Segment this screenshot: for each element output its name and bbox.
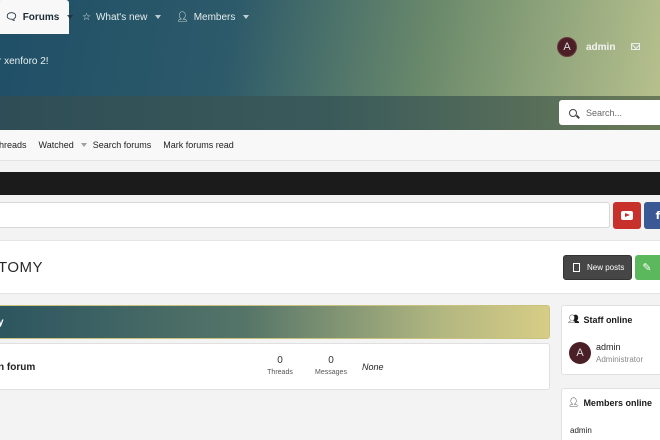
avatar[interactable]: A — [557, 37, 577, 57]
search-input[interactable]: Search... — [559, 100, 660, 125]
mail-icon[interactable] — [631, 43, 640, 50]
staff-online-widget: 👥︎ Staff online A admin Administrator — [561, 305, 660, 375]
last-post: None — [362, 362, 384, 372]
youtube-icon — [621, 211, 633, 220]
members-online-title[interactable]: Members online — [583, 398, 652, 408]
subnav-search-forums[interactable]: Search forums — [93, 140, 152, 150]
username[interactable]: admin — [586, 42, 615, 53]
chevron-down-icon[interactable] — [155, 15, 162, 19]
facebook-button[interactable]: f — [644, 202, 660, 229]
document-icon — [573, 263, 580, 272]
user-menu[interactable]: A admin — [557, 37, 615, 57]
messages-count: 0 — [328, 355, 334, 366]
comments-icon: 🗨 — [5, 11, 18, 23]
user-shield-icon: 👥︎ — [568, 314, 580, 324]
search-placeholder: Search... — [586, 107, 623, 118]
star-icon: ☆ — [82, 11, 91, 23]
search-icon — [569, 108, 577, 117]
chevron-down-icon[interactable] — [243, 15, 250, 19]
page-title: TOMY — [0, 259, 44, 276]
avatar[interactable]: A — [569, 342, 591, 364]
sub-navigation: hreads Watched Search forums Mark forums… — [0, 130, 660, 161]
threads-count: 0 — [277, 355, 283, 366]
threads-stat: 0 Threads — [265, 355, 295, 376]
notice-field[interactable] — [0, 202, 610, 228]
facebook-icon: f — [655, 209, 660, 222]
user-icon: 👤︎ — [568, 397, 580, 407]
post-thread-button[interactable]: ✎ — [635, 255, 660, 280]
tab-forums-label: Forums — [22, 11, 60, 23]
edit-icon: ✎ — [642, 262, 652, 274]
new-posts-button[interactable]: New posts — [563, 255, 632, 280]
tab-members-label: Members — [193, 11, 236, 23]
messages-stat: 0 Messages — [313, 355, 349, 376]
forum-name[interactable]: n forum — [0, 362, 35, 373]
tab-whats-new-label: What's new — [95, 11, 148, 23]
tab-whats-new[interactable]: ☆ What's new — [82, 0, 162, 34]
staff-member: A admin Administrator — [569, 342, 643, 364]
staff-role: Administrator — [596, 355, 644, 364]
subnav-new-threads[interactable]: hreads — [0, 140, 27, 150]
members-online-heading: 👤︎ Members online — [568, 397, 652, 408]
new-posts-label: New posts — [587, 263, 625, 272]
site-tagline: r xenforo 2! — [0, 56, 49, 67]
notice-bar — [0, 172, 660, 195]
title-panel — [0, 240, 660, 294]
youtube-button[interactable] — [613, 202, 641, 229]
member-link[interactable]: admin — [570, 426, 592, 435]
category-header[interactable] — [0, 305, 550, 339]
tab-members[interactable]: 👤︎ Members — [176, 0, 250, 34]
staff-name[interactable]: admin — [596, 342, 643, 352]
staff-online-title[interactable]: Staff online — [583, 315, 632, 325]
subnav-mark-read[interactable]: Mark forums read — [163, 140, 234, 150]
chevron-down-icon[interactable] — [80, 143, 87, 147]
category-title[interactable]: y — [0, 317, 4, 328]
members-online-widget: 👤︎ Members online admin — [561, 388, 660, 440]
user-icon: 👤︎ — [176, 11, 189, 23]
chevron-down-icon[interactable] — [67, 15, 74, 19]
subnav-watched[interactable]: Watched — [39, 140, 74, 150]
staff-online-heading: 👥︎ Staff online — [568, 314, 632, 325]
threads-label: Threads — [267, 369, 293, 376]
messages-label: Messages — [315, 369, 347, 376]
tab-forums[interactable]: 🗨 Forums — [0, 0, 74, 34]
